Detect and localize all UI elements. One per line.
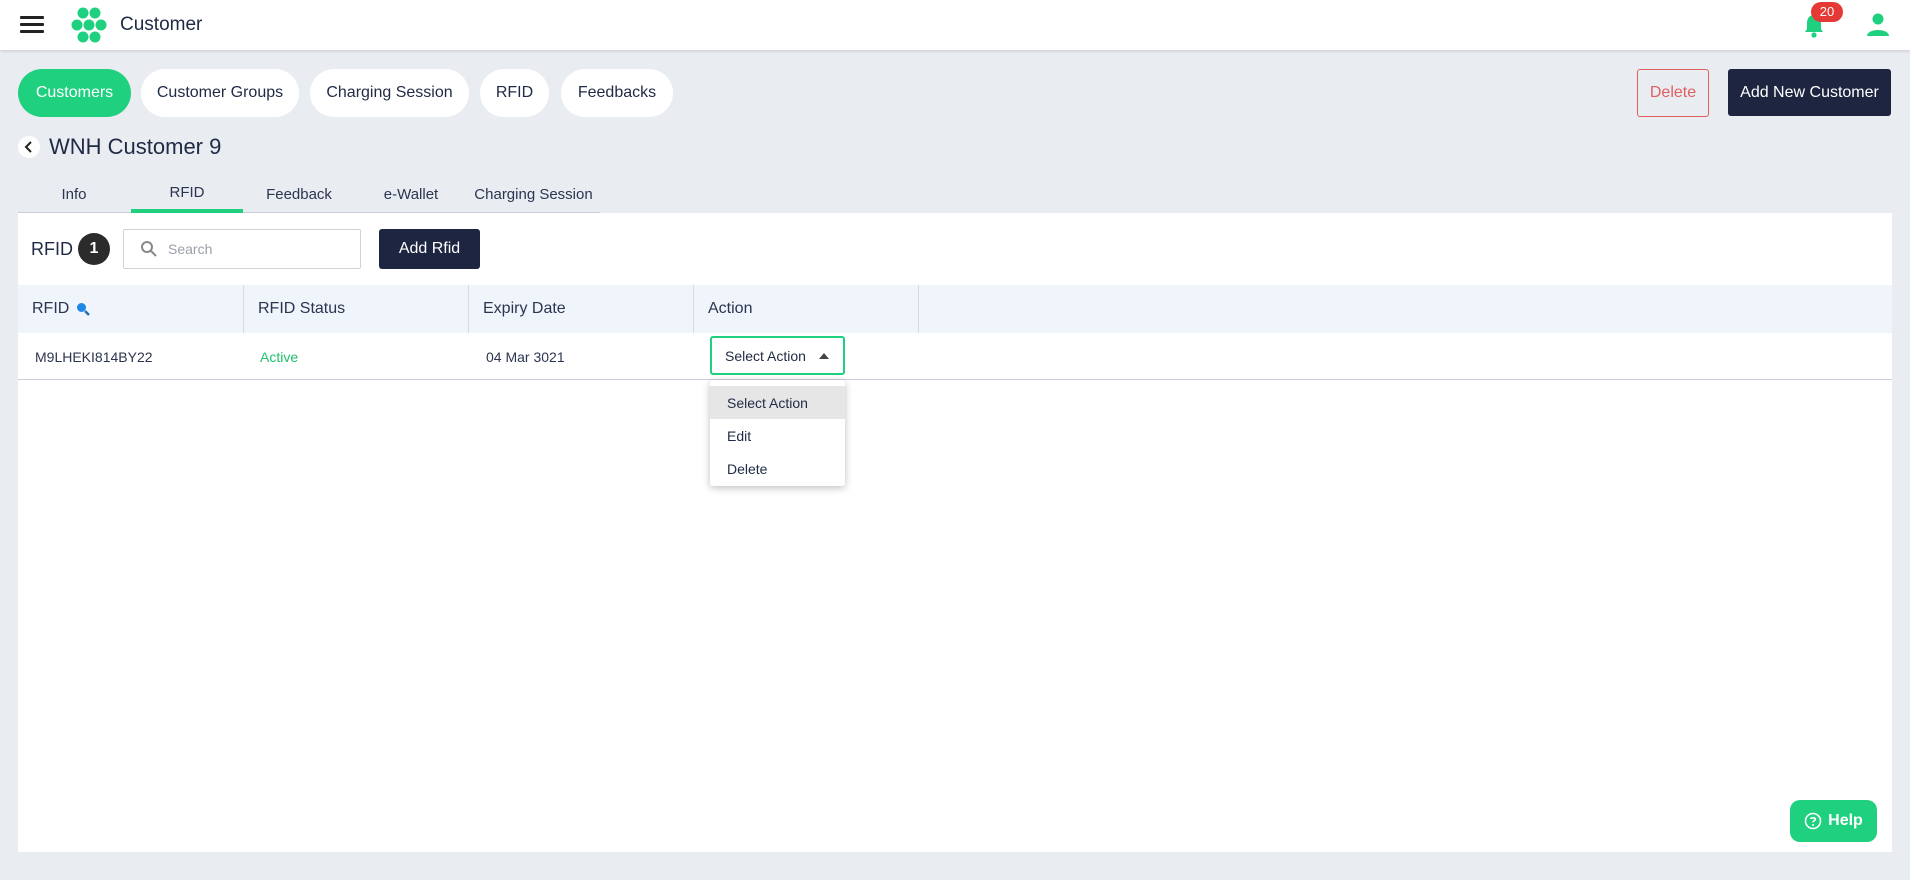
top-bar: Customer 20 <box>0 0 1910 50</box>
action-dropdown-menu: Select Action Edit Delete <box>710 380 845 486</box>
status-cell: Active <box>260 348 299 365</box>
tab-info[interactable]: Info <box>18 176 130 213</box>
rfid-cell: M9LHEKI814BY22 <box>35 348 153 365</box>
column-header-action: Action <box>694 285 919 333</box>
menu-item-delete[interactable]: Delete <box>710 452 845 485</box>
rfid-panel: RFID 1 Add Rfid RFID RFID Status Expiry … <box>18 213 1892 852</box>
expiry-cell: 04 Mar 3021 <box>486 348 565 365</box>
nav-charging-session[interactable]: Charging Session <box>310 69 469 117</box>
page-title: WNH Customer 9 <box>49 134 222 159</box>
app-title: Customer <box>120 14 203 35</box>
add-new-customer-button[interactable]: Add New Customer <box>1728 69 1891 116</box>
column-header-rfid-status: RFID Status <box>244 285 469 333</box>
search-icon <box>141 241 157 257</box>
logo-icon <box>71 7 107 43</box>
tab-rfid[interactable]: RFID <box>131 176 243 213</box>
action-select[interactable]: Select Action <box>710 336 845 375</box>
nav-feedbacks[interactable]: Feedbacks <box>561 69 673 117</box>
user-icon[interactable] <box>1866 12 1890 38</box>
nav-customer-groups[interactable]: Customer Groups <box>141 69 299 117</box>
search-input[interactable] <box>168 238 348 260</box>
menu-icon[interactable] <box>20 16 44 34</box>
rfid-heading: RFID <box>31 239 73 259</box>
column-header-expiry-date: Expiry Date <box>469 285 694 333</box>
menu-item-edit[interactable]: Edit <box>710 419 845 452</box>
nav-rfid[interactable]: RFID <box>480 69 549 117</box>
caret-up-icon <box>819 353 829 359</box>
rfid-count-badge: 1 <box>78 233 110 265</box>
nav-customers[interactable]: Customers <box>18 69 131 117</box>
back-button[interactable] <box>18 136 40 158</box>
search-box[interactable] <box>123 229 361 269</box>
notification-badge: 20 <box>1811 2 1843 22</box>
table-row: M9LHEKI814BY22 Active 04 Mar 3021 <box>18 333 1892 380</box>
search-column-icon[interactable] <box>75 301 91 317</box>
column-header-rfid[interactable]: RFID <box>18 285 244 333</box>
help-button[interactable]: Help <box>1790 800 1877 842</box>
table-header: RFID RFID Status Expiry Date Action <box>18 285 1892 333</box>
tab-e-wallet[interactable]: e-Wallet <box>355 176 467 213</box>
menu-item-select-action[interactable]: Select Action <box>710 386 845 419</box>
sub-tabs: Info RFID Feedback e-Wallet Charging Ses… <box>18 176 600 213</box>
tab-charging-session[interactable]: Charging Session <box>467 176 600 213</box>
chevron-left-icon <box>24 141 32 153</box>
delete-button[interactable]: Delete <box>1637 69 1709 117</box>
help-circle-icon <box>1804 812 1822 830</box>
tab-feedback[interactable]: Feedback <box>243 176 355 213</box>
add-rfid-button[interactable]: Add Rfid <box>379 229 480 269</box>
